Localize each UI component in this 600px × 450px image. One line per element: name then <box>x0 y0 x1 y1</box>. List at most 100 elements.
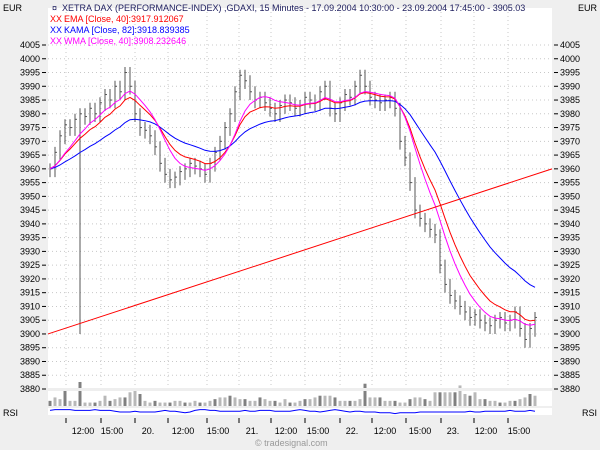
y-tick-label-right: 3955 <box>560 178 580 188</box>
volume-bar <box>138 394 142 406</box>
x-tick-label: 12:00 <box>72 426 95 436</box>
volume-bar <box>518 399 522 406</box>
volume-bar <box>258 397 262 406</box>
volume-bar <box>63 390 67 406</box>
x-tick-label: 23. <box>447 426 460 436</box>
y-tick-label-right: 3885 <box>560 370 580 380</box>
legend-icon: XX <box>50 36 62 46</box>
price-chart: 4005 4005 4000 4000 3995 3995 3990 3990 3985 3985… <box>3 3 598 448</box>
volume-bar <box>228 395 232 406</box>
y-tick-label-left: 3945 <box>20 205 40 215</box>
legend-icon: XX <box>50 25 62 35</box>
volume-bar <box>348 400 352 406</box>
volume-bar <box>168 402 172 406</box>
volume-bar <box>433 392 437 406</box>
volume-bar <box>383 400 387 406</box>
x-tick-label: 12:00 <box>475 426 498 436</box>
y-tick-label-left: 3940 <box>20 219 40 229</box>
volume-bar <box>323 395 327 406</box>
y-tick-label-right: 3930 <box>560 246 580 256</box>
x-tick-label: 20. <box>142 426 155 436</box>
currency-label-left: EUR <box>3 3 23 13</box>
volume-bar <box>308 399 312 406</box>
y-tick-label-left: 3925 <box>20 260 40 270</box>
volume-bar <box>353 400 357 406</box>
volume-bar <box>203 402 207 406</box>
y-tick-label-left: 3950 <box>20 191 40 201</box>
volume-bar <box>378 397 382 406</box>
volume-bar <box>478 399 482 406</box>
x-tick-label: 15:00 <box>409 426 432 436</box>
volume-bar <box>153 400 157 406</box>
volume-bar <box>83 402 87 406</box>
y-tick-label-left: 3920 <box>20 274 40 284</box>
volume-bar <box>463 394 467 406</box>
volume-bar <box>488 400 492 406</box>
volume-bar <box>198 402 202 406</box>
y-tick-label-right: 3985 <box>560 95 580 105</box>
volume-bar <box>423 399 427 406</box>
volume-bar <box>98 400 102 406</box>
x-tick-label: 15:00 <box>307 426 330 436</box>
y-tick-label-right: 3980 <box>560 109 580 119</box>
volume-bar <box>283 399 287 406</box>
plot-area <box>48 8 552 406</box>
y-tick-label-right: 3970 <box>560 136 580 146</box>
rsi-label-right: RSI <box>582 408 597 418</box>
y-tick-label-left: 4005 <box>20 40 40 50</box>
currency-label-right: EUR <box>578 3 598 13</box>
volume-bar <box>313 397 317 406</box>
y-tick-label-right: 3945 <box>560 205 580 215</box>
legend-entry: KAMA [Close, 82]:3918.839385 <box>64 25 190 35</box>
y-tick-label-right: 4005 <box>560 40 580 50</box>
volume-bar <box>158 402 162 406</box>
legend-icon: XX <box>50 14 62 24</box>
volume-bar <box>398 402 402 406</box>
volume-bar <box>293 402 297 406</box>
y-tick-label-left: 3960 <box>20 164 40 174</box>
volume-bar <box>503 402 507 406</box>
volume-bar <box>468 395 472 406</box>
volume-bar <box>233 397 237 406</box>
x-tick-label: 12:00 <box>374 426 397 436</box>
volume-bar <box>218 397 222 406</box>
volume-bar <box>193 400 197 406</box>
volume-bar <box>93 402 97 406</box>
volume-bar <box>163 402 167 406</box>
volume-bar <box>188 402 192 406</box>
y-tick-label-left: 3995 <box>20 68 40 78</box>
volume-bar <box>528 394 532 406</box>
volume-bar <box>248 400 252 406</box>
legend-entry: WMA [Close, 40]:3908.232646 <box>64 36 186 46</box>
volume-bar <box>393 400 397 406</box>
volume-bar <box>438 392 442 406</box>
y-tick-label-left: 3905 <box>20 315 40 325</box>
volume-bar <box>523 397 527 406</box>
volume-bar <box>273 400 277 406</box>
y-tick-label-left: 3955 <box>20 178 40 188</box>
y-tick-label-right: 3925 <box>560 260 580 270</box>
y-tick-label-right: 3975 <box>560 123 580 133</box>
volume-bar <box>448 392 452 406</box>
volume-bar <box>413 397 417 406</box>
volume-bar <box>333 397 337 406</box>
volume-bar <box>388 400 392 406</box>
volume-bar <box>318 395 322 406</box>
y-tick-label-left: 3910 <box>20 301 40 311</box>
volume-bar <box>183 402 187 406</box>
y-tick-label-left: 3880 <box>20 384 40 394</box>
volume-bar <box>493 400 497 406</box>
volume-bar <box>148 402 152 406</box>
volume-bar <box>53 397 57 406</box>
y-tick-label-left: 3965 <box>20 150 40 160</box>
y-tick-label-left: 3975 <box>20 123 40 133</box>
copyright: © tradesignal.com <box>255 438 328 448</box>
volume-bar <box>268 400 272 406</box>
volume-bar <box>358 399 362 406</box>
volume-bar <box>403 402 407 406</box>
y-tick-label-left: 3985 <box>20 95 40 105</box>
y-tick-label-right: 3910 <box>560 301 580 311</box>
volume-bar <box>68 400 72 406</box>
rsi-label-left: RSI <box>3 408 18 418</box>
y-tick-label-right: 4000 <box>560 54 580 64</box>
